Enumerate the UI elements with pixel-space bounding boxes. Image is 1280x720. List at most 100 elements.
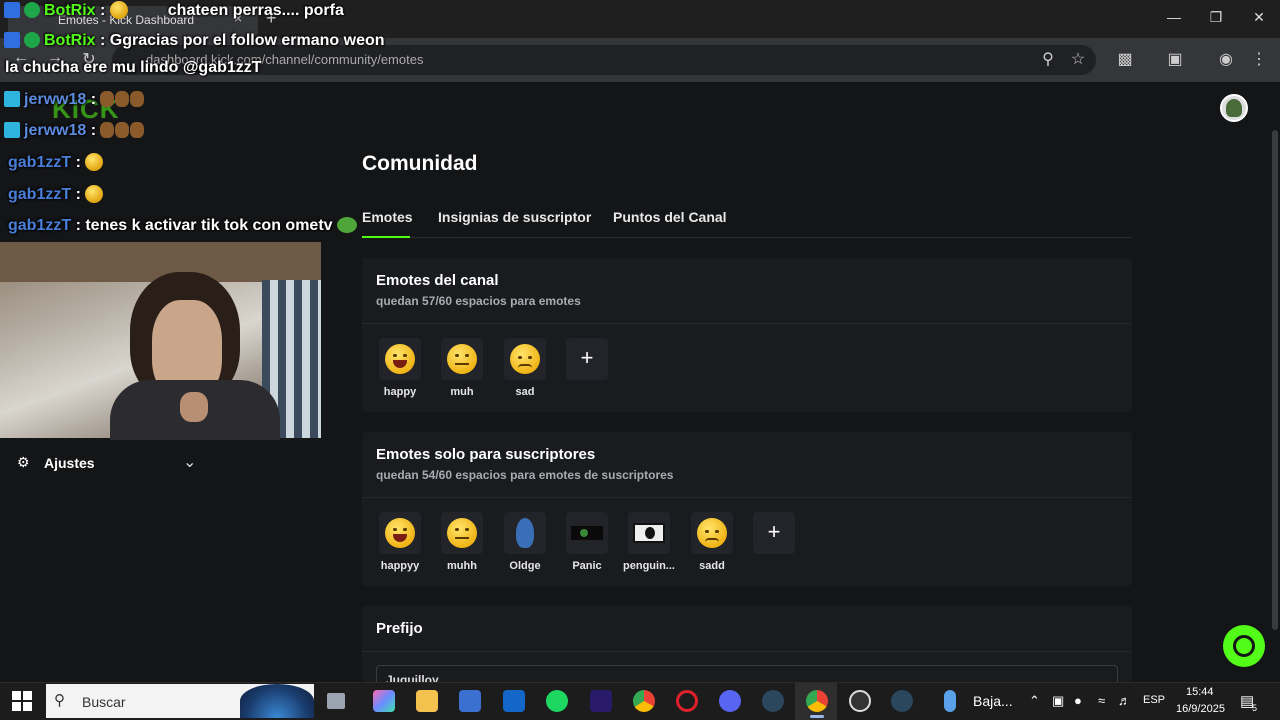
emote-oldge[interactable] — [504, 512, 546, 554]
emote-icon — [115, 122, 130, 138]
clock-time[interactable]: 15:44 — [1186, 686, 1214, 698]
wifi-icon[interactable]: ≈ — [1098, 693, 1105, 708]
spotify-icon[interactable] — [546, 690, 568, 712]
subscriber-badge-icon — [4, 91, 20, 107]
emote-happy[interactable] — [379, 338, 421, 380]
emote-name: sad — [515, 386, 535, 398]
chat-username: BotRix — [44, 32, 96, 49]
neutral-face-icon — [447, 344, 477, 374]
emote-sad[interactable] — [504, 338, 546, 380]
chat-separator: : — [71, 154, 86, 171]
tab-subscriber-badges[interactable]: Insignias de suscriptor — [438, 209, 591, 225]
emote-happyy[interactable] — [379, 512, 421, 554]
card-divider — [362, 323, 1132, 324]
chevron-down-icon[interactable]: ⌄ — [183, 452, 196, 472]
search-highlight-globe-icon — [240, 684, 314, 718]
profile-icon[interactable]: ◉ — [1215, 49, 1237, 69]
card-divider — [362, 497, 1132, 498]
chat-separator: : — [71, 217, 86, 234]
emote-icon — [130, 122, 145, 138]
verified-badge-icon — [24, 32, 40, 48]
chat-username: BotRix — [44, 2, 96, 19]
grinning-face-icon — [385, 344, 415, 374]
subscriber-emotes-title: Emotes solo para suscriptores — [376, 446, 596, 463]
clock-date[interactable]: 16/9/2025 — [1176, 703, 1225, 715]
steam-icon[interactable] — [762, 690, 784, 712]
close-window-icon[interactable]: ✕ — [1249, 9, 1269, 26]
gear-icon: ⚙ — [17, 454, 30, 470]
bookmark-star-icon[interactable]: ☆ — [1067, 49, 1089, 69]
oldge-icon — [516, 518, 534, 548]
copilot-icon[interactable] — [373, 690, 395, 712]
language-indicator[interactable]: ESP — [1143, 694, 1165, 706]
menu-kebab-icon[interactable]: ⋮ — [1248, 49, 1270, 69]
chat-username: jerww18 — [24, 91, 87, 108]
obs-icon[interactable] — [849, 690, 871, 712]
sad-face-icon — [697, 518, 727, 548]
chat-username: gab1zzT — [8, 186, 72, 203]
weather-label[interactable]: Baja... — [973, 693, 1013, 709]
emote-name: sadd — [699, 560, 725, 572]
chrome-icon[interactable] — [633, 690, 655, 712]
media-icon[interactable]: ▣ — [1164, 49, 1186, 69]
prefix-title: Prefijo — [376, 620, 423, 637]
chat-message: jerww18 : — [4, 122, 145, 140]
chat-text: tenes k activar tik tok con ometv — [85, 217, 333, 234]
restore-icon[interactable]: ❐ — [1206, 9, 1226, 26]
add-emote-button[interactable]: + — [566, 338, 608, 380]
emote-sadd[interactable] — [691, 512, 733, 554]
card-divider — [362, 651, 1132, 652]
headset-icon — [1233, 635, 1255, 657]
chat-message: BotRix : chateen perras.... porfa — [4, 1, 344, 20]
emote-icon — [130, 91, 145, 107]
emote-name: muh — [450, 386, 474, 398]
thermometer-icon — [944, 690, 956, 712]
emote-penguin[interactable] — [628, 512, 670, 554]
avatar-image — [1226, 99, 1242, 117]
emote-name: happyy — [380, 560, 420, 572]
camera-icon[interactable]: ▣ — [1052, 693, 1064, 709]
chat-separator: : — [86, 91, 101, 108]
chat-separator: : — [86, 122, 101, 139]
moderator-badge-icon — [4, 2, 20, 18]
chat-message: BotRix : Ggracias por el follow ermano w… — [4, 32, 385, 50]
emote-muhh[interactable] — [441, 512, 483, 554]
minimize-icon[interactable]: — — [1164, 9, 1184, 25]
emote-name: muhh — [447, 560, 477, 572]
tab-emotes[interactable]: Emotes — [362, 209, 413, 225]
microphone-icon[interactable]: ● — [1074, 693, 1082, 708]
volume-icon[interactable]: ♬ — [1118, 693, 1131, 708]
emote-name: Oldge — [509, 560, 541, 572]
task-view-icon[interactable] — [327, 693, 345, 709]
outlook-icon[interactable] — [503, 690, 525, 712]
chrome-active-icon[interactable] — [806, 690, 828, 712]
penguin-icon — [633, 523, 665, 543]
chevron-up-icon[interactable]: ⌃ — [1029, 693, 1040, 709]
neutral-face-icon — [447, 518, 477, 548]
chat-separator: : — [95, 2, 110, 19]
settings-label: Ajustes — [44, 455, 95, 471]
tabs-divider — [362, 237, 1132, 238]
emote-icon — [85, 185, 104, 203]
tab-channel-points[interactable]: Puntos del Canal — [613, 209, 727, 225]
page-title: Comunidad — [362, 152, 478, 175]
chat-separator: : — [95, 32, 110, 49]
emote-muh[interactable] — [441, 338, 483, 380]
page-scrollbar[interactable] — [1272, 130, 1278, 630]
verified-badge-icon — [24, 2, 40, 18]
windows-start-icon[interactable] — [12, 691, 32, 711]
chat-text: chateen perras.... porfa — [167, 2, 344, 19]
microsoft-store-icon[interactable] — [459, 690, 481, 712]
file-explorer-icon[interactable] — [416, 690, 438, 712]
discord-icon[interactable] — [719, 690, 741, 712]
steam-secondary-icon[interactable] — [891, 690, 913, 712]
chat-message: gab1zzT : — [8, 153, 104, 172]
chat-separator: : — [71, 186, 86, 203]
channel-emotes-title: Emotes del canal — [376, 272, 499, 289]
zoom-icon[interactable]: ⚲ — [1037, 49, 1059, 69]
extensions-icon[interactable]: ▩ — [1114, 49, 1136, 69]
opera-icon[interactable] — [676, 690, 698, 712]
premiere-pro-icon[interactable] — [590, 690, 612, 712]
emote-panic[interactable] — [566, 512, 608, 554]
add-subscriber-emote-button[interactable]: + — [753, 512, 795, 554]
